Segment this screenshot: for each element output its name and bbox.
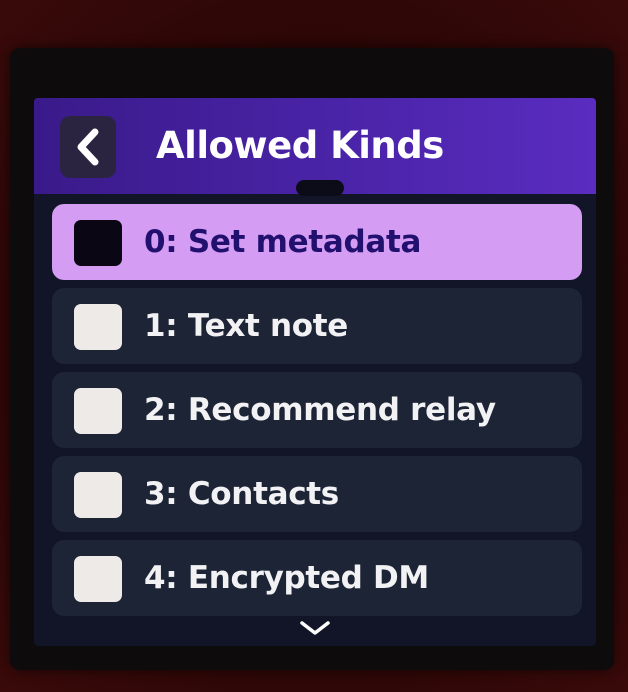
checkbox-kind-2[interactable] xyxy=(74,388,122,434)
list-item-kind-1[interactable]: 1: Text note xyxy=(52,288,582,364)
list-item-kind-4[interactable]: 4: Encrypted DM xyxy=(52,540,582,616)
checkbox-kind-0[interactable] xyxy=(74,220,122,266)
scroll-indicator xyxy=(296,180,344,196)
item-label: 4: Encrypted DM xyxy=(144,560,429,596)
item-label: 0: Set metadata xyxy=(144,224,422,260)
back-button[interactable] xyxy=(60,116,116,178)
item-label: 1: Text note xyxy=(144,308,349,344)
item-label: 2: Recommend relay xyxy=(144,392,496,428)
checkbox-kind-3[interactable] xyxy=(74,472,122,518)
device-screen: Allowed Kinds 0: Set metadata 1: Text no… xyxy=(34,98,596,646)
page-title: Allowed Kinds xyxy=(156,124,444,167)
checkbox-kind-1[interactable] xyxy=(74,304,122,350)
chevron-down-icon[interactable] xyxy=(298,618,332,638)
list-item-kind-0[interactable]: 0: Set metadata xyxy=(52,204,582,280)
checkbox-kind-4[interactable] xyxy=(74,556,122,602)
list-item-kind-2[interactable]: 2: Recommend relay xyxy=(52,372,582,448)
list-item-kind-3[interactable]: 3: Contacts xyxy=(52,456,582,532)
item-label: 3: Contacts xyxy=(144,476,339,512)
chevron-left-icon xyxy=(77,128,99,166)
